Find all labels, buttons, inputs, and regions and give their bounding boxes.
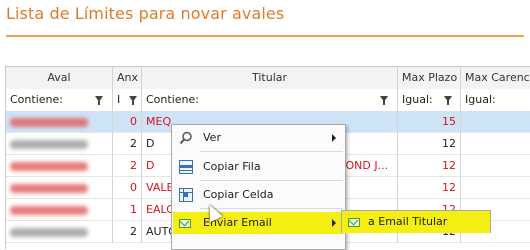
cell-aval[interactable] (6, 177, 113, 199)
cell-max-plazo[interactable]: 12 (398, 177, 461, 199)
redacted-value (10, 139, 88, 149)
redacted-value (10, 227, 88, 237)
column-header-titular[interactable]: Titular (142, 67, 398, 89)
submenu-item-email-titular[interactable]: a Email Titular (341, 210, 491, 233)
page-title: Lista de Límites para novar avales (6, 4, 285, 23)
cell-max-carencia[interactable] (461, 155, 530, 177)
filter-titular-label: Contiene: (146, 93, 199, 106)
menu-separator (200, 208, 343, 209)
cell-titular-text: VALE (146, 181, 174, 194)
cell-titular-text: D (146, 159, 155, 172)
submenu-arrow-icon (332, 134, 336, 142)
filter-icon[interactable] (380, 96, 388, 105)
cell-anx[interactable]: 2 (113, 155, 142, 177)
filter-anx[interactable]: I (113, 89, 142, 111)
grid-header-row: Aval Anx Titular Max Plazo Max Carencia (6, 67, 530, 90)
search-icon (179, 131, 193, 145)
copy-row-icon (179, 160, 193, 174)
filter-max-carencia-label: Igual: (465, 93, 496, 106)
cell-anx[interactable]: 1 (113, 199, 142, 221)
column-header-aval[interactable]: Aval (6, 67, 113, 89)
cell-aval[interactable] (6, 199, 113, 221)
menu-item-copiar-fila[interactable]: Copiar Fila (173, 156, 344, 178)
context-menu: Ver Copiar Fila Copiar Celda Enviar Emai… (171, 124, 346, 250)
cell-max-plazo[interactable]: 12 (398, 133, 461, 155)
filter-icon[interactable] (95, 96, 103, 105)
cell-titular-text: D (146, 137, 155, 150)
redacted-value (10, 183, 88, 193)
filter-max-plazo-label: Igual: (402, 93, 433, 106)
menu-separator (200, 180, 343, 181)
filter-max-plazo[interactable]: Igual: (398, 89, 461, 111)
column-header-max-carencia[interactable]: Max Carencia (461, 67, 530, 89)
cell-anx[interactable]: 2 (113, 221, 142, 243)
redacted-value (10, 117, 88, 127)
filter-max-carencia[interactable]: Igual: (461, 89, 530, 111)
cell-anx[interactable]: 2 (113, 133, 142, 155)
menu-item-label: Ver (203, 131, 221, 144)
cell-aval[interactable] (6, 155, 113, 177)
filter-icon[interactable] (444, 96, 452, 105)
cell-anx[interactable]: 0 (113, 111, 142, 133)
cell-anx[interactable]: 0 (113, 177, 142, 199)
menu-item-enviar-email[interactable]: Enviar Email (173, 212, 344, 234)
column-header-max-plazo[interactable]: Max Plazo (398, 67, 461, 89)
menu-separator (200, 151, 343, 152)
cell-max-plazo[interactable]: 15 (398, 111, 461, 133)
menu-item-copiar-celda[interactable]: Copiar Celda (173, 184, 344, 206)
redacted-value (10, 161, 88, 171)
menu-item-ver[interactable]: Ver (173, 127, 344, 149)
grid-filter-row: Contiene: I Contiene: Igual: Igual: (6, 89, 530, 112)
menu-item-label: Copiar Fila (203, 160, 261, 173)
filter-icon[interactable] (129, 96, 137, 105)
filter-aval[interactable]: Contiene: (6, 89, 113, 111)
copy-cell-icon (179, 188, 193, 202)
cell-aval[interactable] (6, 111, 113, 133)
submenu-arrow-icon (332, 219, 336, 227)
filter-anx-label: I (117, 93, 121, 106)
cell-titular-text: MEQ (146, 115, 172, 128)
mail-icon (179, 219, 191, 228)
cell-max-plazo[interactable]: 12 (398, 155, 461, 177)
cell-aval[interactable] (6, 133, 113, 155)
title-divider (6, 35, 524, 37)
column-header-anx[interactable]: Anx (113, 67, 142, 89)
cell-max-carencia[interactable] (461, 177, 530, 199)
mail-icon (348, 218, 360, 227)
filter-aval-label: Contiene: (10, 93, 63, 106)
cell-max-carencia[interactable] (461, 133, 530, 155)
redacted-value (10, 205, 88, 215)
cell-max-carencia[interactable] (461, 111, 530, 133)
filter-titular[interactable]: Contiene: (142, 89, 398, 111)
cell-aval[interactable] (6, 221, 113, 243)
submenu-item-label: a Email Titular (368, 215, 448, 228)
